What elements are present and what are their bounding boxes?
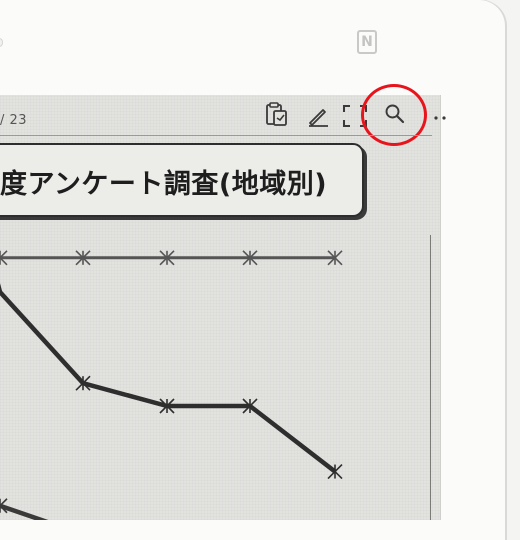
- search-highlight-circle: [361, 84, 427, 146]
- more-icon[interactable]: [428, 103, 454, 129]
- series-2-line: [0, 283, 337, 474]
- clipboard-icon[interactable]: [264, 102, 290, 128]
- series-3-line: [0, 503, 49, 520]
- chart-frame: [0, 235, 431, 520]
- pen-icon[interactable]: [305, 103, 331, 129]
- series-2-point: [327, 463, 343, 480]
- line-chart: [0, 250, 343, 520]
- bezel-slot: [0, 38, 3, 47]
- document-title: 度アンケート調査(地域別): [0, 169, 328, 200]
- page-number: / 23: [0, 113, 28, 128]
- nfc-icon: N: [357, 30, 377, 54]
- toolbar-divider: [0, 135, 432, 136]
